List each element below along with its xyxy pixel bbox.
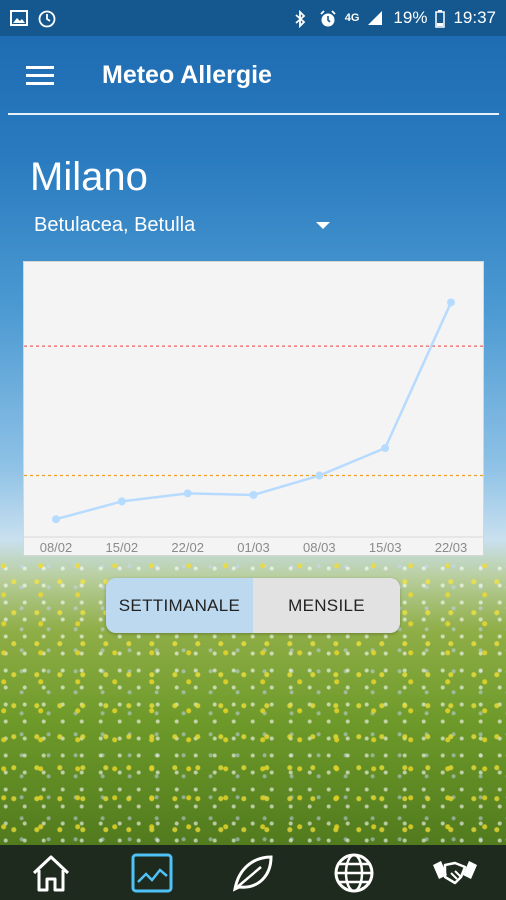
- x-tick-label: 01/03: [237, 540, 270, 555]
- menu-button[interactable]: [10, 45, 70, 105]
- x-tick-label: 22/02: [171, 540, 204, 555]
- header-divider: [8, 113, 499, 115]
- data-point-6: [447, 298, 455, 307]
- home-icon: [32, 855, 69, 891]
- chart-svg: 08/02 15/02 22/02 01/03 08/03 15/03 22/03: [24, 298, 483, 555]
- handshake-icon: [433, 860, 478, 884]
- x-tick-label: 15/02: [106, 540, 139, 555]
- nav-partners[interactable]: [425, 848, 485, 898]
- dropdown-arrow-icon: [316, 221, 330, 229]
- x-tick-label: 22/03: [435, 540, 468, 555]
- hamburger-menu-icon: [26, 65, 54, 85]
- data-point-5: [381, 444, 390, 453]
- data-point-3: [249, 490, 258, 499]
- data-point-4: [315, 471, 324, 480]
- globe-icon: [334, 853, 374, 892]
- leaf-icon: [232, 854, 273, 892]
- species-dropdown[interactable]: Betulacea, Betulla: [34, 210, 330, 240]
- clock-time: 19:37: [453, 8, 496, 27]
- nav-chart[interactable]: [122, 848, 182, 898]
- app-title: Meteo Allergie: [102, 60, 272, 89]
- data-point-2: [183, 489, 192, 498]
- clock-icon: [38, 10, 56, 28]
- city-name: Milano: [30, 155, 148, 199]
- nav-pollen[interactable]: [223, 848, 283, 898]
- image-icon: [10, 10, 28, 26]
- weekly-toggle-button[interactable]: SETTIMANALE: [106, 578, 253, 633]
- period-toggle: SETTIMANALE MENSILE: [106, 578, 400, 633]
- series-line-0: [55, 301, 453, 521]
- x-tick-label: 08/03: [303, 540, 336, 555]
- alarm-icon: [319, 10, 337, 27]
- nav-world[interactable]: [324, 848, 384, 898]
- monthly-toggle-button[interactable]: MENSILE: [253, 578, 400, 633]
- signal-icon: [367, 10, 385, 26]
- app-bar: Meteo Allergie: [0, 36, 506, 114]
- data-point-0: [52, 515, 60, 524]
- chart-icon: [131, 853, 173, 892]
- nav-home[interactable]: [21, 848, 81, 898]
- bluetooth-icon: [293, 9, 311, 29]
- battery-percent: 19%: [393, 8, 428, 27]
- x-tick-label: 08/02: [40, 540, 73, 555]
- species-label: Betulacea, Betulla: [34, 213, 196, 236]
- status-bar: 4G 19% 19:37: [0, 0, 506, 36]
- network-type: 4G: [344, 12, 360, 24]
- x-tick-label: 15/03: [369, 540, 402, 555]
- pollen-chart: 08/02 15/02 22/02 01/03 08/03 15/03 22/03: [23, 261, 484, 556]
- data-point-1: [117, 497, 126, 506]
- battery-icon: [435, 10, 446, 28]
- bottom-nav: [0, 845, 506, 900]
